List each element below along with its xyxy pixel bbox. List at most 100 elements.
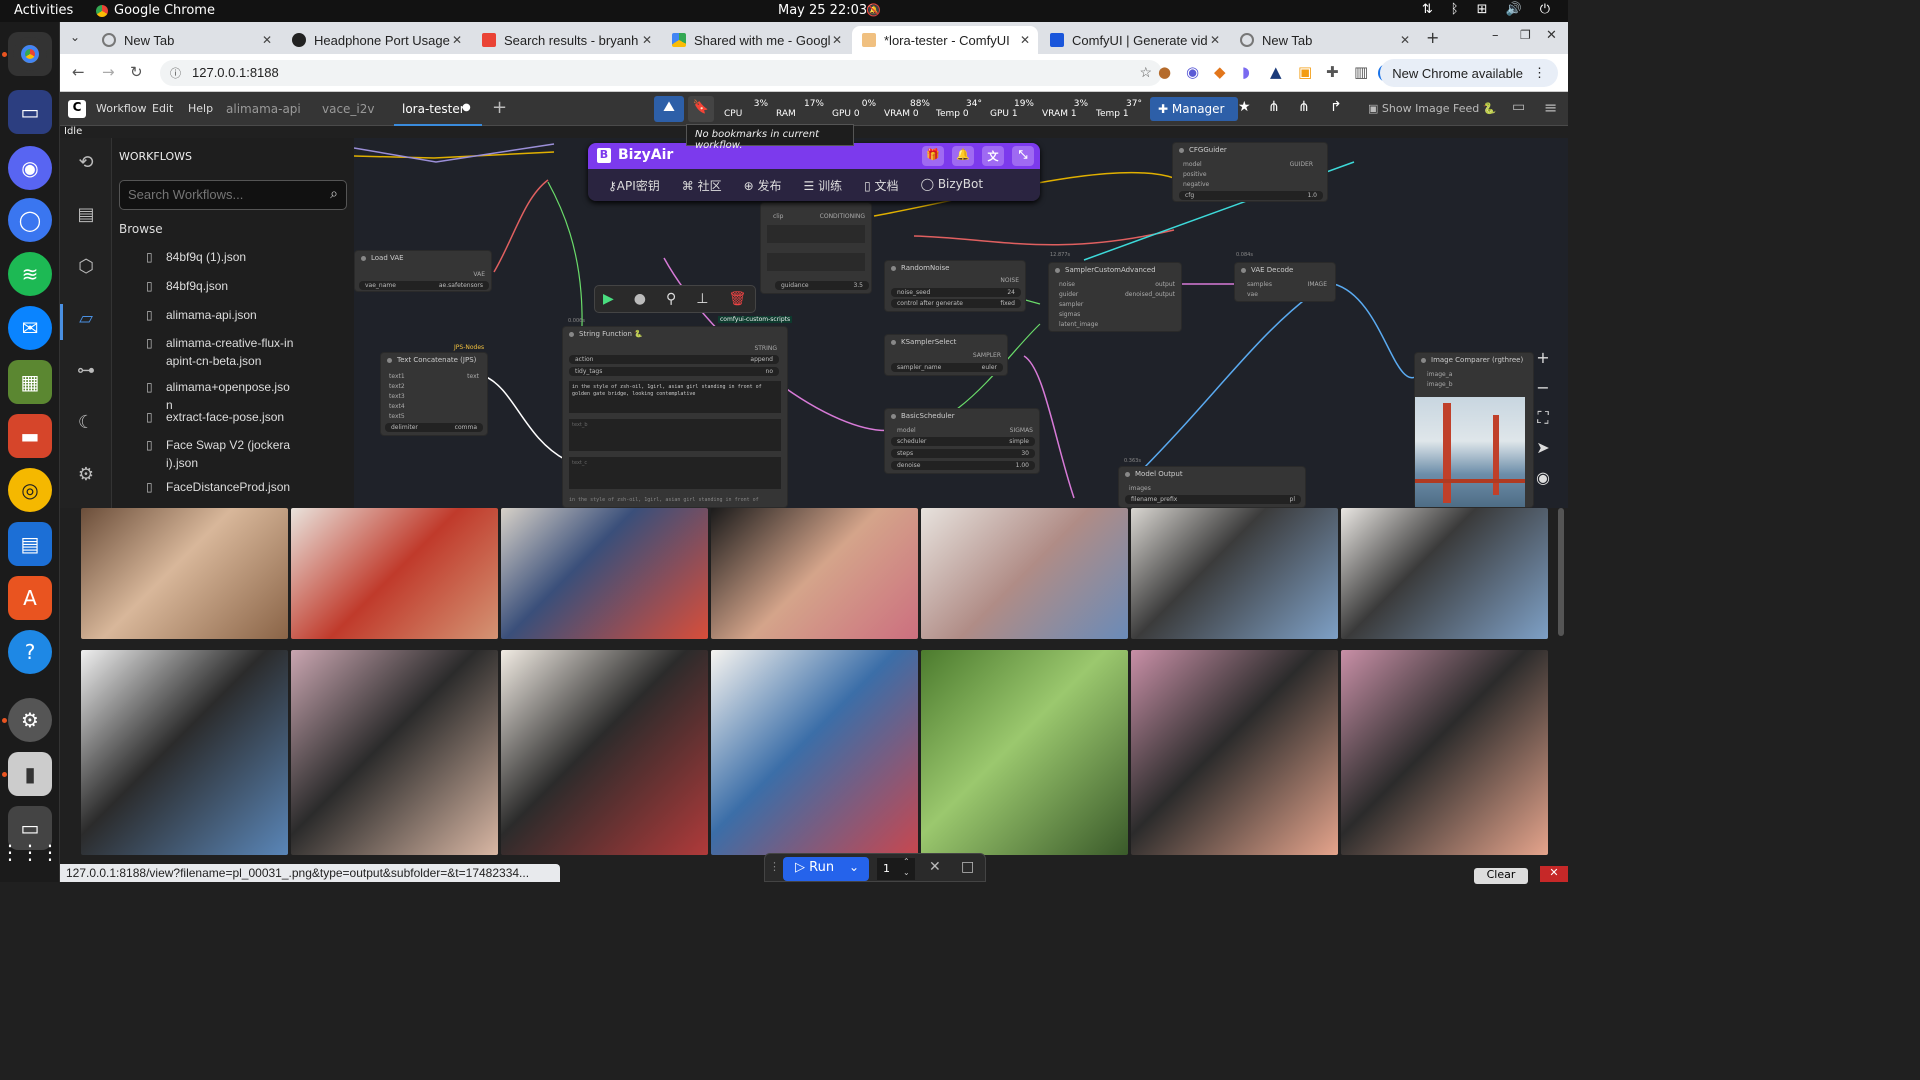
chrome-dock-icon[interactable] — [8, 32, 52, 76]
star-icon[interactable]: ★ — [1238, 99, 1251, 115]
close-tab-icon[interactable]: ✕ — [832, 33, 842, 47]
files-dock-icon[interactable]: ▬ — [8, 414, 52, 458]
image-comparer-node[interactable]: Image Comparer (rgthree) image_a image_b — [1414, 352, 1534, 508]
browser-tab[interactable]: New Tab ✕ — [92, 26, 280, 54]
extension-icon[interactable]: ◉ — [1186, 63, 1199, 81]
browser-tab[interactable]: Search results - bryanh ✕ — [472, 26, 660, 54]
steps-widget[interactable]: steps 30 — [891, 449, 1035, 458]
image-feed-toggle[interactable]: ▣ Show Image Feed 🐍 — [1368, 102, 1496, 115]
delimiter-widget[interactable]: delimiter comma — [385, 423, 483, 432]
site-info-icon[interactable]: ⓘ — [170, 65, 181, 81]
control-after-generate-widget[interactable]: control after generate fixed — [891, 299, 1021, 308]
terminal-dock-icon[interactable]: ▭ — [8, 90, 52, 134]
hamburger-menu-icon[interactable]: ≡ — [1544, 98, 1557, 117]
pin-icon[interactable]: ⊥ — [696, 291, 708, 307]
bizyair-nav-train[interactable]: ☰ 训练 — [804, 177, 843, 201]
collapse-icon[interactable]: ⤡ — [1012, 146, 1034, 166]
app-menu[interactable]: Google Chrome — [96, 3, 215, 18]
denoise-widget[interactable]: denoise 1.00 — [891, 461, 1035, 470]
close-tab-icon[interactable]: ✕ — [1020, 33, 1030, 47]
text-b-textarea[interactable]: text_b — [569, 419, 781, 451]
text-a-textarea[interactable]: in the style of zsh-oil, 1girl, asian gi… — [569, 381, 781, 413]
gallery-image[interactable] — [1131, 508, 1338, 639]
gallery-image[interactable] — [921, 508, 1128, 639]
bizyair-nav-bizybot[interactable]: ◯ BizyBot — [921, 177, 984, 201]
random-noise-node[interactable]: RandomNoise NOISE noise_seed 24 control a… — [884, 260, 1026, 312]
clock[interactable]: May 25 22:03 — [778, 3, 867, 18]
gallery-scrollbar[interactable] — [1558, 508, 1564, 636]
action-widget[interactable]: action append — [569, 355, 779, 364]
workflow-file-item[interactable]: ▯ 84bf9q.json — [146, 277, 296, 295]
close-tab-icon[interactable]: ✕ — [262, 33, 272, 47]
bizyair-nav-api-key[interactable]: ⚷API密钥 — [608, 177, 660, 201]
forward-icon[interactable]: → — [102, 63, 115, 81]
bookmark-button-icon[interactable]: 🔖 — [688, 96, 714, 122]
menu-edit[interactable]: Edit — [152, 102, 173, 115]
workflows-folder-icon[interactable]: ▱ — [74, 308, 98, 332]
workflow-file-item[interactable]: ▯ alimama-creative-flux-inapint-cn-beta.j… — [146, 334, 296, 370]
basic-scheduler-node[interactable]: BasicScheduler model SIGMAS scheduler sim… — [884, 408, 1040, 474]
extensions-puzzle-icon[interactable]: ✚ — [1326, 63, 1339, 81]
delete-icon[interactable]: 🗑 — [728, 291, 746, 307]
model-icon-2[interactable]: ⋔ — [1298, 99, 1310, 115]
node-library-icon[interactable]: ⬡ — [74, 256, 98, 280]
maximize-icon[interactable]: ❐ — [1520, 28, 1531, 42]
run-mode-dropdown-icon[interactable]: ⌄ — [849, 860, 859, 874]
model-icon[interactable]: ⋔ — [1268, 99, 1280, 115]
execute-icon[interactable]: ▶ — [603, 291, 614, 307]
guidance-widget[interactable]: guidance 3.5 — [775, 281, 869, 290]
gallery-image[interactable] — [1131, 650, 1338, 855]
model-tree-icon[interactable]: ⊶ — [74, 360, 98, 384]
gallery-image[interactable] — [1341, 508, 1548, 639]
workflow-tab[interactable]: alimama-api — [218, 92, 309, 126]
workflow-file-item[interactable]: ▯ extract-face-pose.json — [146, 408, 296, 426]
tidy-tags-widget[interactable]: tidy_tags no — [569, 367, 779, 376]
extension-icon[interactable]: ▲ — [1270, 63, 1282, 81]
metamask-icon[interactable]: ◆ — [1214, 63, 1226, 81]
sidebar-icon[interactable]: ▥ — [1354, 63, 1368, 81]
stop-icon[interactable]: □ — [961, 859, 974, 875]
close-tab-icon[interactable]: ✕ — [642, 33, 652, 47]
gallery-image[interactable] — [501, 508, 708, 639]
system-tray[interactable]: ⇅ ᛒ ⊞ 🔊 ⏻ — [1422, 2, 1550, 17]
zoom-out-icon[interactable]: − — [1524, 378, 1562, 408]
gift-icon[interactable]: 🎁 — [922, 146, 944, 166]
gallery-image[interactable] — [291, 508, 498, 639]
search-field[interactable]: ⌕ — [119, 180, 347, 210]
minimize-icon[interactable]: – — [1492, 28, 1499, 43]
gallery-image[interactable] — [921, 650, 1128, 855]
bell-icon[interactable]: 🔔 — [952, 146, 974, 166]
manager-button[interactable]: ✚ Manager — [1150, 97, 1238, 121]
browser-tab-active[interactable]: *lora-tester - ComfyUI ✕ — [852, 26, 1038, 54]
gallery-image[interactable] — [81, 650, 288, 855]
writer-dock-icon[interactable]: ▤ — [8, 522, 52, 566]
workflow-file-item[interactable]: ▯ Face Swap V2 (jockerai).json — [146, 436, 296, 472]
extension-icon[interactable]: ◗ — [1242, 63, 1250, 81]
color-picker-icon[interactable]: ● — [634, 291, 646, 307]
cfg-widget[interactable]: cfg 1.0 — [1179, 191, 1323, 200]
fit-view-icon[interactable]: ⛶ — [1524, 408, 1562, 438]
extension-icon[interactable]: ● — [1158, 63, 1171, 81]
bizyair-nav-community[interactable]: ⌘ 社区 — [682, 177, 722, 201]
workflow-tab[interactable]: vace_i2v — [314, 92, 383, 126]
settings-dock-icon[interactable]: ⚙ — [8, 698, 52, 742]
workflow-file-item[interactable]: ▯ FaceDistanceProd.json — [146, 478, 296, 496]
sampler-name-widget[interactable]: sampler_name euler — [891, 363, 1003, 372]
gallery-image[interactable] — [291, 650, 498, 855]
gallery-image[interactable] — [711, 508, 918, 639]
panel-icon[interactable]: ▭ — [1512, 99, 1525, 115]
address-bar[interactable]: ⓘ 127.0.0.1:8188 ☆ — [160, 60, 1162, 86]
workflow-file-item[interactable]: ▯ alimama-api.json — [146, 306, 296, 324]
select-mode-icon[interactable]: ➤ — [1524, 438, 1562, 468]
vae-name-widget[interactable]: vae_name ae.safetensors — [359, 281, 489, 290]
history-icon[interactable]: ⟲ — [74, 152, 98, 176]
gallery-image[interactable] — [81, 508, 288, 639]
close-feed-icon[interactable]: ✕ — [1540, 866, 1568, 882]
usb-drive-dock-icon[interactable]: ▮ — [8, 752, 52, 796]
discord-dock-icon[interactable]: ◉ — [8, 146, 52, 190]
bookmark-star-icon[interactable]: ☆ — [1139, 64, 1152, 81]
thunderbird-dock-icon[interactable]: ✉ — [8, 306, 52, 350]
browser-tab[interactable]: Headphone Port Usage ✕ — [282, 26, 470, 54]
gallery-image[interactable] — [711, 650, 918, 855]
load-vae-node[interactable]: Load VAE VAE vae_name ae.safetensors — [354, 250, 492, 292]
